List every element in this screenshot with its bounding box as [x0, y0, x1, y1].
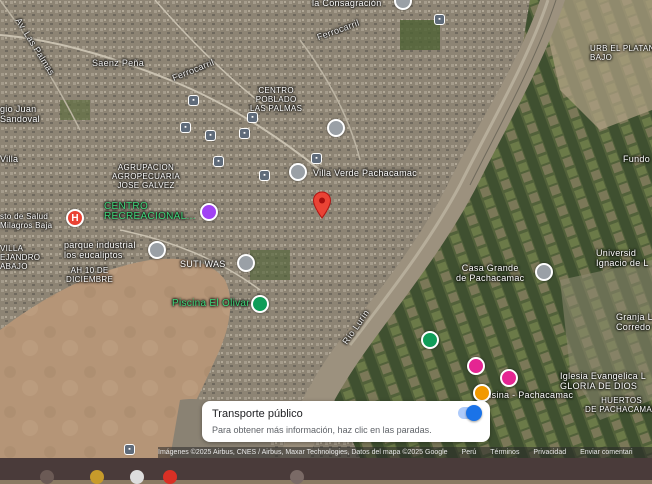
- toggle-switch-icon[interactable]: [458, 405, 482, 421]
- place-label-centro-recreacional[interactable]: CENTRO RECREACIONAL...: [104, 202, 196, 222]
- place-label-huertos: HUERTOS DE PACHACAMAC: [585, 396, 652, 414]
- place-label-puesto-salud: sto de Salud Milagros Baja: [0, 212, 53, 230]
- bus-stop-icon[interactable]: ▪: [434, 14, 445, 25]
- transit-info-card[interactable]: Transporte público Para obtener más info…: [202, 401, 490, 442]
- bus-stop-icon[interactable]: ▪: [205, 130, 216, 141]
- place-label-colegio: gio Juan Sandoval: [0, 104, 40, 124]
- industrial-park-pin-icon[interactable]: [148, 241, 166, 259]
- taskbar-app-icon[interactable]: [130, 470, 144, 484]
- taskbar-app-icon[interactable]: [90, 470, 104, 484]
- hospital-pin-icon[interactable]: H: [66, 209, 84, 227]
- place-pin-icon[interactable]: [535, 263, 553, 281]
- place-label-agrupacion: AGRUPACION AGROPECUARIA JOSE GALVEZ: [112, 163, 181, 190]
- place-label-iglesia[interactable]: Iglesia Evangelica L GLORIA DE DIOS: [560, 371, 646, 391]
- place-pin-icon[interactable]: [289, 163, 307, 181]
- park-pin-icon[interactable]: [421, 331, 439, 349]
- place-label-jandro: VILLA EJANDRO ABAJO: [0, 244, 41, 271]
- terms-link[interactable]: Términos: [490, 447, 519, 458]
- bus-stop-icon[interactable]: ▪: [311, 153, 322, 164]
- place-label-urb-platanal: URB EL PLATANAL BAJO: [590, 44, 652, 62]
- transit-card-subtitle: Para obtener más información, haz clic e…: [212, 425, 432, 435]
- bus-stop-icon[interactable]: ▪: [180, 122, 191, 133]
- place-label-consagracion: la Consagración: [312, 0, 382, 8]
- recreation-pin-icon[interactable]: [200, 203, 218, 221]
- pool-pin-icon[interactable]: [251, 295, 269, 313]
- place-label-fundo: Fundo: [623, 154, 651, 164]
- place-label-casa-grande[interactable]: Casa Grande de Pachacamac: [456, 263, 524, 283]
- bus-stop-icon[interactable]: ▪: [188, 95, 199, 106]
- place-pin-icon[interactable]: [327, 119, 345, 137]
- taskbar-app-icon[interactable]: [40, 470, 54, 484]
- taskbar: [0, 458, 652, 484]
- restaurant-pin-icon[interactable]: [473, 384, 491, 402]
- map-attribution-bar: Imágenes ©2025 Airbus, CNES / Airbus, Ma…: [158, 447, 652, 458]
- place-label-universidad: Universid Ignacio de L: [596, 248, 649, 268]
- imagery-credit: Imágenes ©2025 Airbus, CNES / Airbus, Ma…: [158, 449, 448, 456]
- privacy-link[interactable]: Privacidad: [533, 447, 566, 458]
- place-label-kusina[interactable]: Kusina - Pachacamac: [480, 390, 573, 400]
- map-canvas[interactable]: la Consagración Av. Las Palmas Ferrocarr…: [0, 0, 652, 458]
- bus-stop-icon[interactable]: ▪: [124, 444, 135, 455]
- country-link[interactable]: Perú: [462, 447, 477, 458]
- feedback-link[interactable]: Enviar comentari: [580, 447, 633, 458]
- place-label-villa: Villa: [0, 154, 19, 164]
- bus-stop-icon[interactable]: ▪: [247, 112, 258, 123]
- shop-pin-icon[interactable]: [467, 357, 485, 375]
- selected-location-marker-icon[interactable]: [312, 191, 332, 219]
- place-label-parque-industrial: parque industrial los eucaliptos: [64, 240, 136, 260]
- taskbar-app-icon[interactable]: [290, 470, 304, 484]
- place-pin-icon[interactable]: [237, 254, 255, 272]
- taskbar-app-icon[interactable]: [163, 470, 177, 484]
- toggle-knob: [466, 405, 482, 421]
- bus-stop-icon[interactable]: ▪: [259, 170, 270, 181]
- place-label-villa-verde: Villa Verde Pachacamac: [313, 168, 417, 178]
- place-label-diciembre: AH 10 DE DICIEMBRE: [66, 266, 114, 284]
- place-label-suti-was: SUTI WAS: [180, 259, 226, 269]
- shop-pin-icon[interactable]: [500, 369, 518, 387]
- place-label-piscina[interactable]: Piscina El Olivar: [172, 299, 250, 309]
- place-label-centro-poblado: CENTRO POBLADO LAS PALMAS: [250, 86, 303, 113]
- transit-card-title: Transporte público: [212, 408, 303, 420]
- bus-stop-icon[interactable]: ▪: [239, 128, 250, 139]
- place-label-granja: Granja L Corredo tempor: [616, 312, 652, 332]
- road-label-saenz-pena: Saenz Peña: [92, 58, 145, 68]
- bus-stop-icon[interactable]: ▪: [213, 156, 224, 167]
